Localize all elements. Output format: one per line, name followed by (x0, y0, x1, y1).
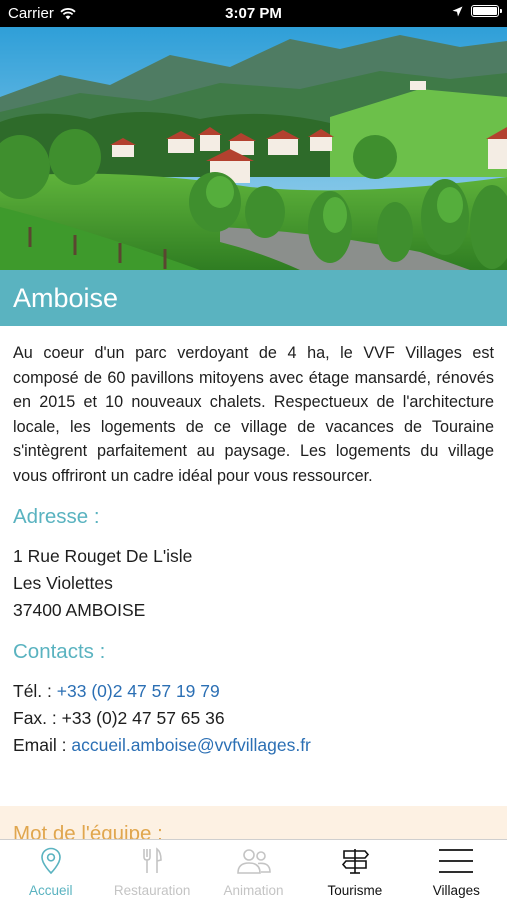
address-title: Adresse : (13, 504, 100, 528)
village-photo (0, 27, 507, 270)
screen: Carrier 3:07 PM Amboise Au coeur d'un pa… (0, 0, 507, 900)
tab-accueil[interactable]: Accueil (0, 840, 101, 900)
status-bar: Carrier 3:07 PM (0, 0, 507, 27)
email-label: Email : (13, 734, 72, 755)
tab-restauration[interactable]: Restauration (101, 840, 202, 900)
content: Au coeur d'un parc verdoyant de 4 ha, le… (0, 326, 507, 759)
phone-link[interactable]: +33 (0)2 47 57 19 79 (57, 681, 220, 701)
tab-label: Animation (223, 883, 284, 898)
address-block: 1 Rue Rouget De L'isle Les Violettes 374… (13, 543, 494, 624)
address-line-3: 37400 AMBOISE (13, 599, 146, 620)
address-line-2: Les Violettes (13, 572, 113, 593)
page-title: Amboise (0, 270, 507, 326)
tab-label: Villages (432, 883, 480, 898)
fax-value: +33 (0)2 47 57 65 36 (61, 707, 225, 728)
tab-villages[interactable]: Villages (406, 840, 507, 900)
fax-label: Fax. : (13, 707, 62, 728)
people-icon (235, 846, 273, 876)
status-time: 3:07 PM (225, 5, 282, 22)
fork-knife-icon (133, 846, 171, 876)
email-row: Email : accueil.amboise@vvfvillages.fr (13, 732, 494, 759)
phone-label: Tél. : (13, 680, 57, 701)
address-line-1: 1 Rue Rouget De L'isle (13, 545, 193, 566)
tab-bar: Accueil Restauration Animation Tourisme … (0, 839, 507, 900)
location-arrow-icon (452, 6, 463, 16)
tab-label: Restauration (113, 883, 191, 898)
tab-tourisme[interactable]: Tourisme (304, 840, 405, 900)
tab-label: Accueil (28, 883, 73, 898)
fax-row: Fax. : +33 (0)2 47 57 65 36 (13, 705, 494, 732)
location-pin-icon (32, 846, 70, 876)
village-description: Au coeur d'un parc verdoyant de 4 ha, le… (13, 344, 494, 485)
contacts-title: Contacts : (13, 639, 106, 663)
menu-icon (437, 846, 475, 876)
tab-animation[interactable]: Animation (203, 840, 304, 900)
tab-label: Tourisme (327, 883, 383, 898)
status-right (452, 5, 502, 17)
signpost-icon (336, 846, 374, 876)
phone-row: Tél. : +33 (0)2 47 57 19 79 (13, 678, 494, 705)
contacts-block: Tél. : +33 (0)2 47 57 19 79 Fax. : +33 (… (13, 678, 494, 759)
email-link[interactable]: accueil.amboise@vvfvillages.fr (71, 735, 311, 755)
battery-icon (471, 5, 502, 17)
